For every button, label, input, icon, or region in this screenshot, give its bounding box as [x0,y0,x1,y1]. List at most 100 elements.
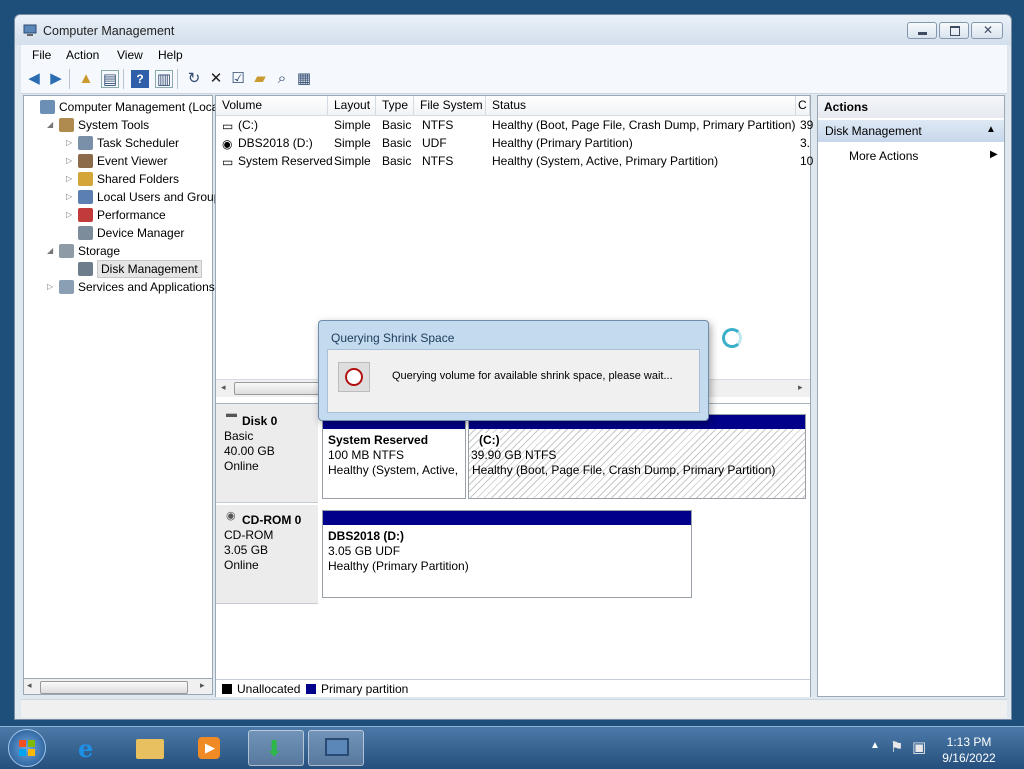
windows-logo-icon [28,749,35,756]
tree-item[interactable]: ▷ Shared Folders [24,170,210,188]
device-manager-icon [78,226,93,240]
storage-icon [59,244,74,258]
taskbar-computer-management[interactable] [308,730,364,766]
scroll-left-arrow-icon[interactable]: ◂ [27,680,32,691]
tree-item[interactable]: ◢ Storage [24,242,210,260]
expand-arrow-icon[interactable]: ▷ [47,278,53,296]
cdrom-0-label[interactable]: ◉ CD-ROM 0 CD-ROM 3.05 GB Online [216,505,318,604]
column-type[interactable]: Type [376,96,414,115]
forward-arrow-icon[interactable]: ▶ [47,70,65,88]
column-file-system[interactable]: File System [414,96,486,115]
taskbar-download-app[interactable]: ⬇ [248,730,304,766]
menu-file[interactable]: File [32,48,51,62]
volume-layout: Simple [334,154,371,168]
volume-status: Healthy (Primary Partition) [492,136,633,150]
tree-item[interactable]: Device Manager [24,224,210,242]
tree-item[interactable]: ▷ Event Viewer [24,152,210,170]
tree-item[interactable]: ▷ Performance [24,206,210,224]
querying-shrink-space-dialog[interactable]: Querying Shrink Space Querying volume fo… [318,320,709,421]
show-hidden-icons-icon[interactable]: ▲ [870,740,880,751]
scroll-thumb[interactable] [234,382,326,395]
tree-item[interactable]: ◢ System Tools [24,116,210,134]
dialog-body: Querying volume for available shrink spa… [327,349,700,413]
scroll-right-arrow-icon[interactable]: ▸ [798,382,803,393]
disk-0-label[interactable]: ▬ Disk 0 Basic 40.00 GB Online [216,404,318,503]
menu-help[interactable]: Help [158,48,183,62]
tree-item-label: Local Users and Groups [97,190,227,204]
up-folder-icon[interactable]: ▲ [77,70,95,88]
expand-arrow-icon[interactable]: ▷ [66,152,72,170]
properties-icon[interactable]: ☑ [229,70,247,88]
expand-arrow-icon[interactable]: ◢ [47,116,53,134]
more-actions-label: More Actions [849,149,919,163]
clock-face-icon [345,368,363,386]
search-icon[interactable]: ⌕ [273,70,291,88]
show-hide-action-pane-icon[interactable]: ▥ [155,70,173,88]
action-center-flag-icon[interactable]: ⚑ [890,738,903,756]
delete-icon[interactable]: ✕ [207,70,225,88]
partition-status: Healthy (Boot, Page File, Crash Dump, Pr… [472,463,776,477]
system-clock[interactable]: 1:13 PM 9/16/2022 [924,734,1014,766]
back-arrow-icon[interactable]: ◀ [25,70,43,88]
expand-arrow-icon[interactable]: ◢ [47,242,53,260]
close-button[interactable]: ✕ [971,22,1003,39]
tree-item-label: Performance [97,208,166,222]
column-capacity[interactable]: C [796,96,810,115]
expand-arrow-icon[interactable]: ▷ [66,188,72,206]
column-layout[interactable]: Layout [328,96,376,115]
toolbar-separator [69,69,70,89]
help-icon[interactable]: ? [131,70,149,88]
expand-arrow-icon[interactable]: ▷ [66,134,72,152]
disk-settings-icon[interactable]: ▦ [295,70,313,88]
shared-folder-icon [78,172,93,186]
event-viewer-icon [78,154,93,168]
menu-view[interactable]: View [117,48,143,62]
title-bar[interactable]: Computer Management ✕ [15,15,1011,45]
volume-type: Basic [382,154,412,168]
tree-item-label: Device Manager [97,226,185,240]
toolbar-separator [177,69,178,89]
partition-name: DBS2018 (D:) [328,529,405,543]
taskbar-media-player[interactable]: ▶ [182,730,238,766]
tree-item[interactable]: Computer Management (Local [24,98,221,116]
scroll-thumb[interactable] [40,681,188,694]
legend-primary-partition: Primary partition [321,682,409,696]
close-icon: ✕ [983,23,994,37]
volume-drive-icon: ▭ [222,119,234,133]
expand-arrow-icon[interactable]: ▷ [66,206,72,224]
menu-action[interactable]: Action [66,48,99,62]
volume-fs: NTFS [422,118,454,132]
taskbar-file-explorer[interactable] [122,730,178,766]
actions-section-disk-management[interactable]: Disk Management ▲ [818,120,1004,142]
tree-item-label: Disk Management [97,260,202,278]
show-hide-tree-icon[interactable]: ▤ [101,70,119,88]
collapse-arrow-icon[interactable]: ▲ [986,124,996,135]
disk-size: 3.05 GB [224,543,269,557]
partition-d[interactable]: DBS2018 (D:) 3.05 GB UDF Healthy (Primar… [322,510,692,598]
start-button[interactable] [8,729,46,767]
refresh-icon[interactable]: ↻ [185,70,203,88]
clock-icon [338,362,370,392]
scroll-left-arrow-icon[interactable]: ◂ [221,382,226,393]
tree-item[interactable]: ▷ Services and Applications [24,278,215,296]
volume-layout: Simple [334,118,371,132]
tree-item[interactable]: ▷ Task Scheduler [24,134,210,152]
expand-arrow-icon[interactable]: ▷ [66,170,72,188]
dialog-message: Querying volume for available shrink spa… [392,370,673,382]
partition-system-reserved[interactable]: System Reserved 100 MB NTFS Healthy (Sys… [322,414,466,499]
disk-kind: CD-ROM [224,528,274,542]
scroll-right-arrow-icon[interactable]: ▸ [200,680,205,691]
taskbar-internet-explorer[interactable]: e [62,730,118,766]
minimize-button[interactable] [907,22,937,39]
tree-horizontal-scrollbar[interactable]: ◂ ▸ [23,678,213,695]
column-status[interactable]: Status [486,96,796,115]
column-volume[interactable]: Volume [216,96,328,115]
maximize-button[interactable] [939,22,969,39]
partition-c[interactable]: (C:) 39.90 GB NTFS Healthy (Boot, Page F… [468,414,806,499]
tree-item-label: Services and Applications [78,280,215,294]
tree-item[interactable]: ▷ Local Users and Groups [24,188,226,206]
tree-item[interactable]: Disk Management [24,260,210,278]
open-folder-icon[interactable]: ▰ [251,70,269,88]
disk-kind: Basic [224,429,254,443]
more-actions-item[interactable]: More Actions ▶ [818,146,1004,166]
